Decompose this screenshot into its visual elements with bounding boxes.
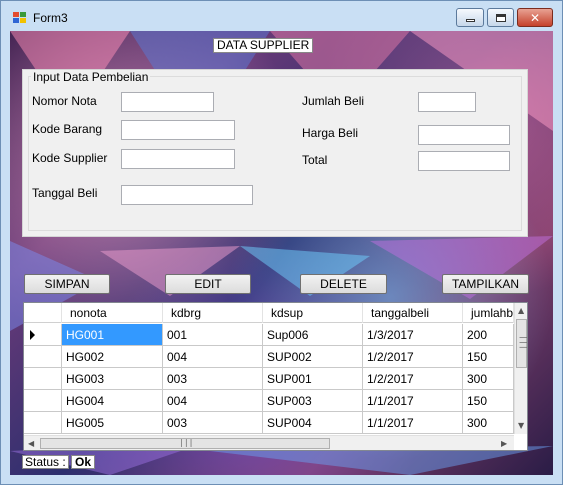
cell-jumlahbeli[interactable]: 300 bbox=[463, 412, 514, 434]
cell-kdsup[interactable]: Sup006 bbox=[263, 324, 363, 346]
cell-tanggalbeli[interactable]: 1/2/2017 bbox=[363, 346, 463, 368]
cell-kdsup[interactable]: SUP001 bbox=[263, 368, 363, 390]
minimize-icon bbox=[465, 18, 475, 22]
cell-nonota[interactable]: HG005 bbox=[62, 412, 163, 434]
simpan-button[interactable]: SIMPAN bbox=[24, 274, 110, 294]
cell-kdbrg[interactable]: 003 bbox=[163, 368, 263, 390]
cell-kdsup[interactable]: SUP004 bbox=[263, 412, 363, 434]
nomor-nota-label: Nomor Nota bbox=[32, 94, 97, 108]
column-header-jumlahbeli[interactable]: jumlahbe bbox=[463, 303, 514, 323]
tampilkan-button[interactable]: TAMPILKAN bbox=[442, 274, 529, 294]
table-row[interactable]: HG001 001 Sup006 1/3/2017 200 bbox=[24, 324, 514, 346]
harga-beli-label: Harga Beli bbox=[302, 126, 359, 140]
row-header[interactable] bbox=[24, 346, 62, 368]
cell-nonota[interactable]: HG003 bbox=[62, 368, 163, 390]
horizontal-scroll-thumb[interactable]: ||| bbox=[40, 438, 330, 449]
app-window: Form3 ✕ DATA SUPPLIER Input Data Pembeli… bbox=[0, 0, 563, 485]
cell-nonota[interactable]: HG004 bbox=[62, 390, 163, 412]
cell-kdsup[interactable]: SUP003 bbox=[263, 390, 363, 412]
kode-barang-field[interactable] bbox=[121, 120, 235, 140]
app-icon bbox=[13, 12, 27, 24]
cell-jumlahbeli[interactable]: 150 bbox=[463, 346, 514, 368]
window-title: Form3 bbox=[33, 11, 68, 25]
vertical-grip-icon: ||| bbox=[519, 335, 528, 350]
status-value: Ok bbox=[71, 455, 96, 469]
row-header[interactable] bbox=[24, 412, 62, 434]
row-header-corner bbox=[24, 303, 62, 323]
column-header-kdbrg[interactable]: kdbrg bbox=[163, 303, 263, 323]
table-row[interactable]: HG004 004 SUP003 1/1/2017 150 bbox=[24, 390, 514, 412]
maximize-button[interactable] bbox=[487, 8, 514, 27]
scroll-left-icon[interactable]: ◀ bbox=[28, 439, 34, 448]
cell-tanggalbeli[interactable]: 1/1/2017 bbox=[363, 390, 463, 412]
input-pembelian-groupbox: Input Data Pembelian Nomor Nota Kode Bar… bbox=[22, 69, 528, 237]
scroll-down-icon[interactable]: ▼ bbox=[518, 421, 524, 430]
title-bar[interactable]: Form3 ✕ bbox=[1, 1, 562, 31]
row-header[interactable] bbox=[24, 324, 62, 346]
jumlah-beli-label: Jumlah Beli bbox=[302, 94, 365, 108]
harga-beli-field[interactable] bbox=[418, 125, 510, 145]
kode-supplier-label: Kode Supplier bbox=[32, 151, 108, 165]
scroll-right-icon[interactable]: ▶ bbox=[501, 439, 507, 448]
kode-barang-label: Kode Barang bbox=[32, 122, 103, 136]
grid-header: nonota kdbrg kdsup tanggalbeli jumlahbe bbox=[24, 303, 514, 323]
close-button[interactable]: ✕ bbox=[517, 8, 553, 27]
total-label: Total bbox=[302, 153, 328, 167]
horizontal-scrollbar[interactable]: ◀ ||| ▶ bbox=[24, 435, 514, 450]
cell-jumlahbeli[interactable]: 150 bbox=[463, 390, 514, 412]
nomor-nota-field[interactable] bbox=[121, 92, 214, 112]
column-header-nonota[interactable]: nonota bbox=[62, 303, 163, 323]
table-row[interactable]: HG002 004 SUP002 1/2/2017 150 bbox=[24, 346, 514, 368]
row-header[interactable] bbox=[24, 368, 62, 390]
cell-jumlahbeli[interactable]: 200 bbox=[463, 324, 514, 346]
data-grid[interactable]: nonota kdbrg kdsup tanggalbeli jumlahbe … bbox=[23, 302, 528, 451]
status-label: Status : bbox=[22, 455, 69, 469]
cell-nonota[interactable]: HG001 bbox=[62, 324, 163, 346]
cell-tanggalbeli[interactable]: 1/2/2017 bbox=[363, 368, 463, 390]
vertical-scrollbar[interactable]: ▲ ||| ▼ bbox=[514, 303, 527, 434]
cell-tanggalbeli[interactable]: 1/3/2017 bbox=[363, 324, 463, 346]
horizontal-grip-icon: ||| bbox=[179, 438, 194, 447]
delete-button[interactable]: DELETE bbox=[300, 274, 387, 294]
close-icon: ✕ bbox=[529, 10, 541, 25]
maximize-icon bbox=[495, 13, 506, 22]
cell-nonota[interactable]: HG002 bbox=[62, 346, 163, 368]
vertical-scroll-thumb[interactable]: ||| bbox=[516, 319, 527, 368]
row-header[interactable] bbox=[24, 390, 62, 412]
minimize-button[interactable] bbox=[456, 8, 484, 27]
cell-kdbrg[interactable]: 001 bbox=[163, 324, 263, 346]
cell-jumlahbeli[interactable]: 300 bbox=[463, 368, 514, 390]
column-header-tanggalbeli[interactable]: tanggalbeli bbox=[363, 303, 463, 323]
cell-kdbrg[interactable]: 004 bbox=[163, 390, 263, 412]
cell-kdbrg[interactable]: 004 bbox=[163, 346, 263, 368]
cell-kdsup[interactable]: SUP002 bbox=[263, 346, 363, 368]
column-header-kdsup[interactable]: kdsup bbox=[263, 303, 363, 323]
scroll-up-icon[interactable]: ▲ bbox=[518, 306, 524, 315]
tanggal-beli-field[interactable] bbox=[121, 185, 253, 205]
cell-kdbrg[interactable]: 003 bbox=[163, 412, 263, 434]
total-field[interactable] bbox=[418, 151, 510, 171]
edit-button[interactable]: EDIT bbox=[165, 274, 251, 294]
table-row[interactable]: HG005 003 SUP004 1/1/2017 300 bbox=[24, 412, 514, 434]
cell-tanggalbeli[interactable]: 1/1/2017 bbox=[363, 412, 463, 434]
kode-supplier-field[interactable] bbox=[121, 149, 235, 169]
form-client-area: DATA SUPPLIER Input Data Pembelian Nomor… bbox=[10, 31, 553, 475]
groupbox-title: Input Data Pembelian bbox=[31, 70, 151, 84]
table-row[interactable]: HG003 003 SUP001 1/2/2017 300 bbox=[24, 368, 514, 390]
current-row-arrow-icon bbox=[30, 330, 35, 340]
jumlah-beli-field[interactable] bbox=[418, 92, 476, 112]
tanggal-beli-label: Tanggal Beli bbox=[32, 186, 98, 200]
page-title: DATA SUPPLIER bbox=[213, 38, 314, 53]
